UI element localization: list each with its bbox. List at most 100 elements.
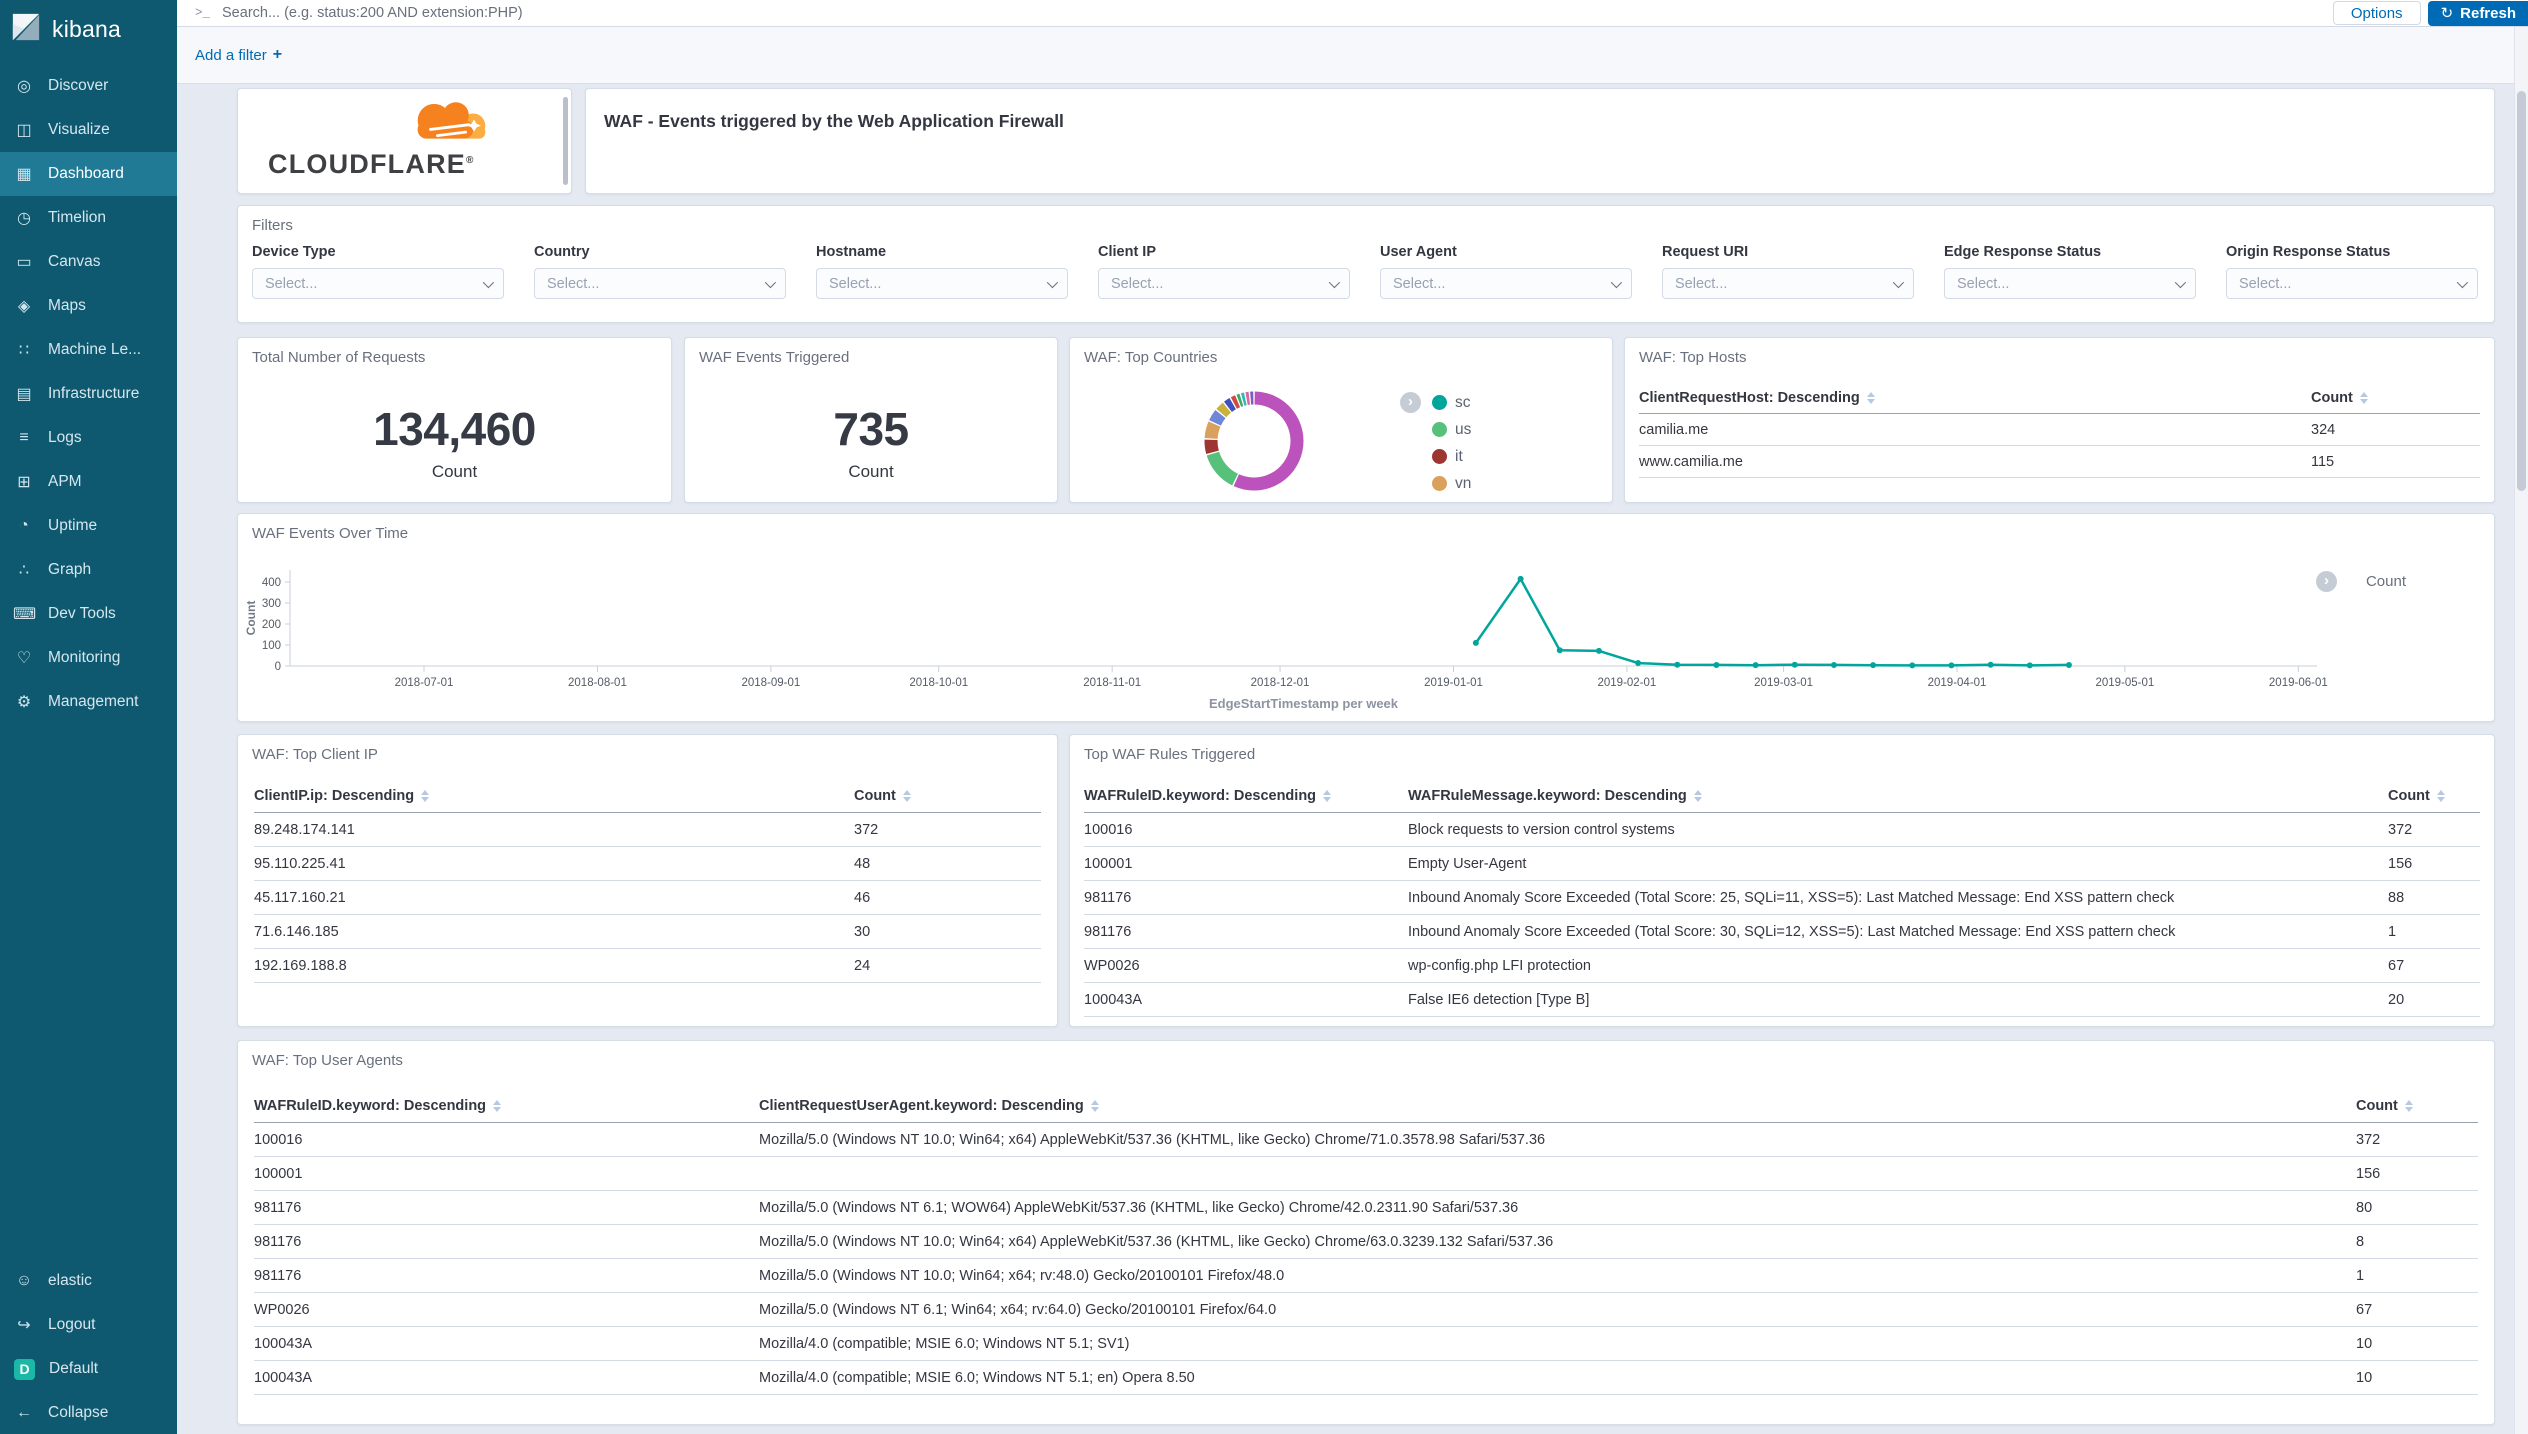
- legend-dot: [1432, 449, 1447, 464]
- line-series-count[interactable]: [1476, 579, 2069, 666]
- options-button[interactable]: Options: [2333, 1, 2421, 25]
- filter-select-device-type[interactable]: Select...: [252, 268, 504, 299]
- sidebar-item-timelion[interactable]: ◷Timelion: [0, 196, 177, 240]
- data-point[interactable]: [1596, 648, 1602, 654]
- sidebar-item-collapse[interactable]: ←Collapse: [0, 1391, 177, 1434]
- sidebar-item-machine-le[interactable]: ∷Machine Le...: [0, 328, 177, 372]
- pie-slice-other[interactable]: [1234, 401, 1238, 403]
- add-filter-button[interactable]: Add a filter +: [195, 46, 282, 64]
- column-header-clientrequesthost-descending[interactable]: ClientRequestHost: Descending: [1639, 390, 2311, 406]
- search-input[interactable]: >_ Search... (e.g. status:200 AND extens…: [177, 0, 2333, 26]
- column-header-count[interactable]: Count: [2356, 1098, 2478, 1114]
- data-point[interactable]: [2066, 662, 2072, 668]
- select-placeholder: Select...: [1393, 276, 1445, 292]
- pie-slice-other[interactable]: [1239, 400, 1242, 401]
- chevron-down-icon: [1329, 276, 1340, 287]
- sidebar-item-logs[interactable]: ≡Logs: [0, 416, 177, 460]
- refresh-button[interactable]: Refresh: [2428, 1, 2528, 26]
- table-row: 95.110.225.4148: [254, 847, 1041, 881]
- data-point[interactable]: [2027, 662, 2033, 668]
- column-header-clientip-ip-descending[interactable]: ClientIP.ip: Descending: [254, 788, 854, 804]
- data-point[interactable]: [1635, 660, 1641, 666]
- pie-slice-sc[interactable]: [1236, 398, 1297, 484]
- column-header-count[interactable]: Count: [2311, 390, 2480, 406]
- sidebar-item-infrastructure[interactable]: ▤Infrastructure: [0, 372, 177, 416]
- legend-label[interactable]: Count: [2366, 573, 2406, 590]
- column-header-wafrulemessage-keyword-descending[interactable]: WAFRuleMessage.keyword: Descending: [1408, 788, 2388, 804]
- sidebar-item-dev-tools[interactable]: ⌨Dev Tools: [0, 592, 177, 636]
- data-point[interactable]: [1753, 662, 1759, 668]
- top-client-ip-table: ClientIP.ip: DescendingCount89.248.174.1…: [254, 779, 1041, 983]
- kibana-app: kibana ◎Discover◫Visualize▦Dashboard◷Tim…: [0, 0, 2528, 1434]
- sidebar-item-logout[interactable]: ↪Logout: [0, 1303, 177, 1347]
- filter-select-origin-response-status[interactable]: Select...: [2226, 268, 2478, 299]
- table-cell: 981176: [254, 1268, 759, 1284]
- data-point[interactable]: [1713, 662, 1719, 668]
- legend-expand-icon[interactable]: [1400, 392, 1421, 413]
- sidebar-item-visualize[interactable]: ◫Visualize: [0, 108, 177, 152]
- data-point[interactable]: [1948, 662, 1954, 668]
- data-point[interactable]: [1518, 576, 1524, 582]
- table-header: ClientRequestHost: DescendingCount: [1639, 382, 2480, 414]
- sidebar-item-monitoring[interactable]: ♡Monitoring: [0, 636, 177, 680]
- sidebar-item-uptime[interactable]: ◔Uptime: [0, 504, 177, 548]
- data-point[interactable]: [1792, 662, 1798, 668]
- pie-slice-other[interactable]: [1228, 404, 1233, 407]
- table-cell: 192.169.188.8: [254, 958, 854, 974]
- pie-slice-us[interactable]: [1213, 454, 1235, 480]
- pie-slice-other[interactable]: [1215, 414, 1220, 423]
- data-point[interactable]: [1674, 662, 1680, 668]
- sidebar-item-apm[interactable]: ⊞APM: [0, 460, 177, 504]
- graph-icon: ∴: [13, 560, 35, 580]
- data-point[interactable]: [1557, 647, 1563, 653]
- sidebar-item-elastic[interactable]: ☺elastic: [0, 1259, 177, 1303]
- filter-select-edge-response-status[interactable]: Select...: [1944, 268, 2196, 299]
- legend-item-it[interactable]: it: [1432, 443, 1471, 470]
- filter-field-origin-response-status: Origin Response StatusSelect...: [2226, 244, 2478, 299]
- table-cell: www.camilia.me: [1639, 454, 2311, 470]
- filter-select-client-ip[interactable]: Select...: [1098, 268, 1350, 299]
- kibana-home-link[interactable]: kibana: [0, 0, 177, 55]
- legend-item-vn[interactable]: vn: [1432, 470, 1471, 497]
- sidebar-item-maps[interactable]: ◈Maps: [0, 284, 177, 328]
- filter-select-country[interactable]: Select...: [534, 268, 786, 299]
- table-cell: 372: [2356, 1132, 2478, 1148]
- sidebar-item-graph[interactable]: ∴Graph: [0, 548, 177, 592]
- pie-slice-other[interactable]: [1221, 408, 1227, 413]
- data-point[interactable]: [1909, 662, 1915, 668]
- column-header-wafruleid-keyword-descending[interactable]: WAFRuleID.keyword: Descending: [254, 1098, 759, 1114]
- table-row: 981176Mozilla/5.0 (Windows NT 10.0; Win6…: [254, 1225, 2478, 1259]
- legend-expand-icon[interactable]: [2316, 571, 2337, 592]
- data-point[interactable]: [1988, 662, 1994, 668]
- filter-field-hostname: HostnameSelect...: [816, 244, 1068, 299]
- sidebar-item-canvas[interactable]: ▭Canvas: [0, 240, 177, 284]
- data-point[interactable]: [1473, 640, 1479, 646]
- sidebar-item-default[interactable]: DDefault: [0, 1347, 177, 1391]
- sort-icon: [2405, 1100, 2413, 1112]
- filter-select-hostname[interactable]: Select...: [816, 268, 1068, 299]
- pie-slice-other[interactable]: [1243, 399, 1246, 400]
- column-header-count[interactable]: Count: [2388, 788, 2480, 804]
- select-placeholder: Select...: [547, 276, 599, 292]
- select-placeholder: Select...: [1675, 276, 1727, 292]
- sidebar-item-discover[interactable]: ◎Discover: [0, 64, 177, 108]
- panel-scrollbar[interactable]: [563, 97, 568, 185]
- pie-slice-it[interactable]: [1211, 440, 1213, 453]
- filter-select-request-uri[interactable]: Select...: [1662, 268, 1914, 299]
- filter-select-user-agent[interactable]: Select...: [1380, 268, 1632, 299]
- data-point[interactable]: [1831, 662, 1837, 668]
- column-header-count[interactable]: Count: [854, 788, 1041, 804]
- page-scrollbar[interactable]: [2514, 27, 2528, 1434]
- sidebar-item-management[interactable]: ⚙Management: [0, 680, 177, 724]
- legend-item-us[interactable]: us: [1432, 416, 1471, 443]
- page-scrollbar-thumb[interactable]: [2517, 91, 2526, 491]
- filter-label: Request URI: [1662, 244, 1914, 260]
- pie-slice-vn[interactable]: [1211, 424, 1214, 438]
- column-header-wafruleid-keyword-descending[interactable]: WAFRuleID.keyword: Descending: [1084, 788, 1408, 804]
- column-header-clientrequestuseragent-keyword-descending[interactable]: ClientRequestUserAgent.keyword: Descendi…: [759, 1098, 2356, 1114]
- legend-item-sc[interactable]: sc: [1432, 389, 1471, 416]
- sidebar-item-dashboard[interactable]: ▦Dashboard: [0, 152, 177, 196]
- kibana-logo-icon: [11, 12, 41, 47]
- data-point[interactable]: [1870, 662, 1876, 668]
- sidebar-item-label: Management: [48, 693, 138, 711]
